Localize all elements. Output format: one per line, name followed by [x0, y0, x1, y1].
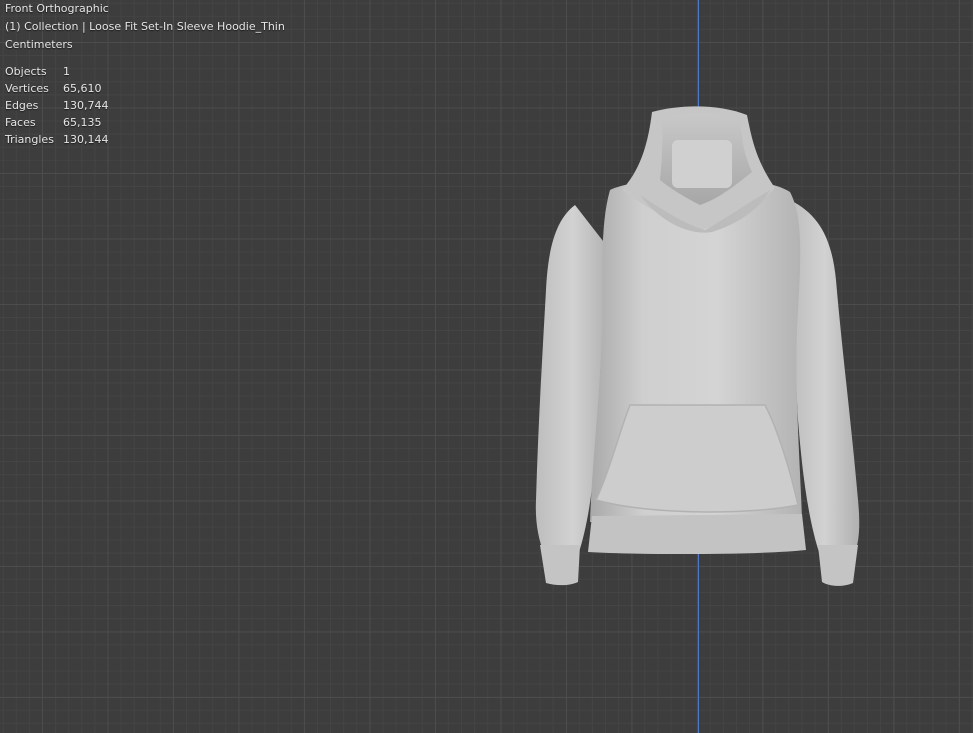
stat-row: Triangles 130,144	[5, 131, 109, 148]
stat-value: 130,744	[63, 99, 109, 112]
stat-value: 65,135	[63, 116, 102, 129]
stat-label: Objects	[5, 65, 47, 78]
units-label: Centimeters	[5, 38, 73, 51]
stat-row: Edges 130,744	[5, 97, 109, 114]
stat-row: Faces 65,135	[5, 114, 109, 131]
view-name: Front Orthographic	[5, 2, 109, 15]
viewport-info: Front Orthographic (1) Collection | Loos…	[5, 0, 285, 54]
neck-opening	[672, 140, 732, 188]
left-cuff	[540, 545, 580, 586]
stat-value: 1	[63, 65, 70, 78]
stat-label: Vertices	[5, 82, 49, 95]
stat-label: Triangles	[5, 133, 54, 146]
stat-label: Faces	[5, 116, 36, 129]
stat-value: 65,610	[63, 82, 102, 95]
right-cuff	[818, 545, 858, 586]
stat-row: Objects 1	[5, 63, 109, 80]
front-pocket	[594, 404, 799, 513]
stat-label: Edges	[5, 99, 39, 112]
stat-value: 130,144	[63, 133, 109, 146]
scene-statistics: Objects 1 Vertices 65,610 Edges 130,744 …	[5, 63, 109, 148]
collection-label: (1) Collection | Loose Fit Set-In Sleeve…	[5, 20, 285, 33]
3d-viewport[interactable]: Front Orthographic (1) Collection | Loos…	[0, 0, 973, 733]
hem-band	[588, 514, 806, 555]
hoodie-model[interactable]	[0, 0, 973, 733]
stat-row: Vertices 65,610	[5, 80, 109, 97]
